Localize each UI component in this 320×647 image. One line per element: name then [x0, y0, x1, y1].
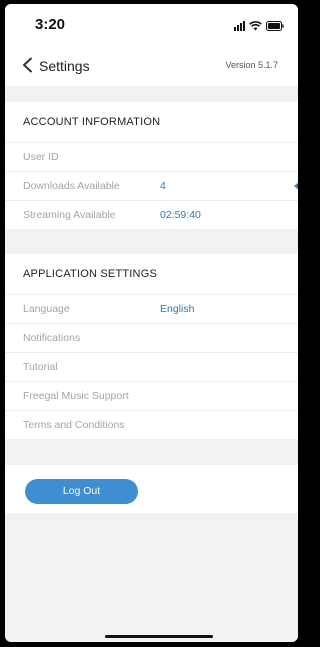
page-title[interactable]: Settings — [39, 58, 90, 74]
user-id-row: User ID — [5, 143, 298, 172]
notifications-label: Notifications — [23, 332, 81, 344]
status-bar: 3:20 — [5, 4, 298, 44]
support-row[interactable]: Freegal Music Support — [5, 382, 298, 411]
version-label: Version 5.1.7 — [225, 60, 278, 70]
language-label: Language — [23, 303, 70, 315]
notifications-row[interactable]: Notifications — [5, 324, 298, 353]
terms-label: Terms and Conditions — [23, 419, 125, 431]
language-value[interactable]: English — [160, 303, 194, 315]
downloads-label: Downloads Available — [23, 180, 120, 192]
streaming-row: Streaming Available 02:59:40 — [5, 201, 298, 229]
logout-area: Log Out — [5, 465, 298, 513]
signal-icon — [234, 21, 245, 31]
nav-bar: Settings Version 5.1.7 — [5, 44, 298, 86]
account-heading: ACCOUNT INFORMATION — [5, 102, 298, 143]
battery-icon — [266, 21, 284, 31]
pointer-arrow-icon — [294, 181, 298, 191]
application-section: APPLICATION SETTINGS Language English No… — [5, 254, 298, 439]
wifi-icon — [249, 21, 262, 31]
streaming-value: 02:59:40 — [160, 209, 201, 221]
downloads-value: 4 — [160, 180, 166, 192]
tutorial-label: Tutorial — [23, 361, 58, 373]
status-icons — [234, 19, 284, 31]
application-heading: APPLICATION SETTINGS — [5, 254, 298, 295]
account-section: ACCOUNT INFORMATION User ID Downloads Av… — [5, 102, 298, 229]
downloads-row: Downloads Available 4 — [5, 172, 298, 201]
streaming-label: Streaming Available — [23, 209, 116, 221]
support-label: Freegal Music Support — [23, 390, 129, 402]
chevron-left-icon[interactable] — [21, 57, 33, 73]
tutorial-row[interactable]: Tutorial — [5, 353, 298, 382]
user-id-label: User ID — [23, 151, 59, 163]
terms-row[interactable]: Terms and Conditions — [5, 411, 298, 439]
phone-screen: 3:20 Settings Version 5.1.7 ACCOUNT INFO… — [5, 4, 298, 642]
language-row[interactable]: Language English — [5, 295, 298, 324]
home-indicator[interactable] — [105, 635, 213, 638]
logout-button[interactable]: Log Out — [25, 479, 138, 504]
status-time: 3:20 — [35, 16, 66, 33]
